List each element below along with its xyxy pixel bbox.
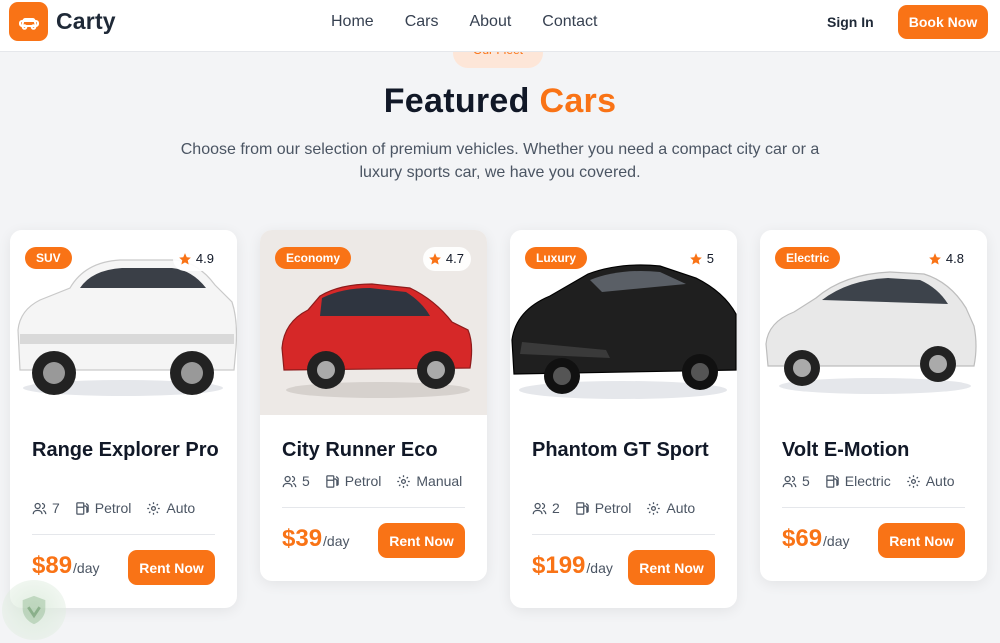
fuel-spec: Petrol: [325, 473, 381, 489]
category-badge: SUV: [25, 247, 72, 269]
gear-icon: [647, 501, 661, 515]
price-amount: $39: [282, 525, 323, 552]
price-amount: $199: [532, 552, 586, 579]
card-divider: [32, 534, 215, 535]
rent-now-button[interactable]: Rent Now: [878, 523, 965, 558]
transmission-spec: Manual: [396, 473, 462, 489]
car-card: Electric 4.8 Volt E-Motion 5 Electric Au…: [760, 230, 987, 581]
fuel-pump-icon: [576, 501, 589, 515]
rating-value: 4.9: [195, 251, 214, 266]
fuel-spec: Electric: [825, 473, 891, 489]
price-amount: $89: [32, 552, 73, 579]
spec-row: 5 Petrol Manual: [282, 473, 477, 489]
price-amount: $69: [782, 525, 823, 552]
users-icon: [782, 475, 797, 487]
fuel-spec: Petrol: [75, 500, 131, 516]
title-accent: Cars: [539, 82, 617, 120]
car-card: Economy 4.7 City Runner Eco 5 Petrol Man…: [260, 230, 487, 581]
car-name: Volt E-Motion: [782, 439, 910, 461]
star-icon: [929, 253, 941, 265]
spec-row: 7 Petrol Auto: [32, 500, 210, 516]
users-icon: [32, 502, 47, 514]
section-subtitle: Choose from our selection of premium veh…: [180, 141, 820, 181]
car-name: Phantom GT Sport: [532, 439, 709, 461]
star-icon: [429, 253, 441, 265]
brand-logo[interactable]: Carty: [9, 2, 116, 41]
sign-in-link[interactable]: Sign In: [827, 14, 874, 30]
gear-icon: [906, 474, 920, 488]
spec-row: 5 Electric Auto: [782, 473, 970, 489]
car-card: Luxury 5 Phantom GT Sport 2 Petrol Auto …: [510, 230, 737, 608]
brand-name: Carty: [56, 8, 116, 34]
car-image: Electric 4.8: [760, 230, 987, 415]
star-icon: [179, 253, 191, 265]
category-badge: Electric: [775, 247, 841, 269]
car-icon: [9, 2, 48, 41]
price: $199 /day: [532, 552, 613, 580]
price: $39 /day: [282, 525, 350, 553]
transmission-spec: Auto: [646, 500, 695, 516]
title-main: Featured: [383, 82, 530, 120]
nav-link-cars[interactable]: Cars: [405, 12, 439, 32]
rating-chip: 4.7: [422, 247, 471, 271]
gear-icon: [147, 501, 161, 515]
rating-value: 4.7: [445, 251, 464, 266]
car-name: Range Explorer Pro: [32, 439, 219, 461]
car-image: Economy 4.7: [260, 230, 487, 415]
rent-now-button[interactable]: Rent Now: [128, 550, 215, 585]
users-icon: [532, 502, 547, 514]
price: $89 /day: [32, 552, 100, 580]
price: $69 /day: [782, 525, 850, 553]
transmission-spec: Auto: [146, 500, 195, 516]
fuel-pump-icon: [326, 474, 339, 488]
rating-chip: 4.8: [922, 247, 971, 271]
category-badge: Luxury: [525, 247, 588, 269]
rent-now-button[interactable]: Rent Now: [628, 550, 715, 585]
transmission-spec: Auto: [906, 473, 955, 489]
card-divider: [282, 507, 465, 508]
rating-value: 5: [706, 251, 714, 266]
star-icon: [689, 253, 702, 265]
book-now-button[interactable]: Book Now: [898, 5, 988, 39]
seats-spec: 5: [782, 473, 810, 489]
price-unit: /day: [73, 560, 100, 576]
rating-value: 4.8: [945, 251, 964, 266]
spec-row: 2 Petrol Auto: [532, 500, 710, 516]
rating-chip: 4.9: [172, 247, 221, 271]
users-icon: [282, 475, 297, 487]
fuel-pump-icon: [826, 474, 839, 488]
seats-spec: 2: [532, 500, 560, 516]
page-title: Featured Cars: [0, 82, 1000, 121]
car-image: Luxury 5: [510, 230, 737, 415]
nav-link-home[interactable]: Home: [331, 12, 374, 32]
rating-chip: 5: [683, 247, 721, 271]
main-nav: Home Cars About Contact: [331, 12, 628, 32]
gear-icon: [397, 474, 411, 488]
rent-now-button[interactable]: Rent Now: [378, 523, 465, 558]
top-navbar: Carty Home Cars About Contact Sign In Bo…: [0, 0, 1000, 52]
watermark-logo: [2, 580, 66, 640]
price-unit: /day: [323, 533, 350, 549]
price-unit: /day: [823, 533, 850, 549]
fuel-pump-icon: [76, 501, 89, 515]
category-badge: Economy: [275, 247, 352, 269]
nav-link-contact[interactable]: Contact: [542, 12, 597, 32]
card-divider: [532, 534, 715, 535]
car-name: City Runner Eco: [282, 439, 438, 461]
car-card: SUV 4.9 Range Explorer Pro 7 Petrol Auto…: [10, 230, 237, 608]
seats-spec: 5: [282, 473, 310, 489]
price-unit: /day: [586, 560, 613, 576]
fuel-spec: Petrol: [575, 500, 631, 516]
car-image: SUV 4.9: [10, 230, 237, 415]
seats-spec: 7: [32, 500, 60, 516]
nav-link-about[interactable]: About: [469, 12, 511, 32]
card-divider: [782, 507, 965, 508]
